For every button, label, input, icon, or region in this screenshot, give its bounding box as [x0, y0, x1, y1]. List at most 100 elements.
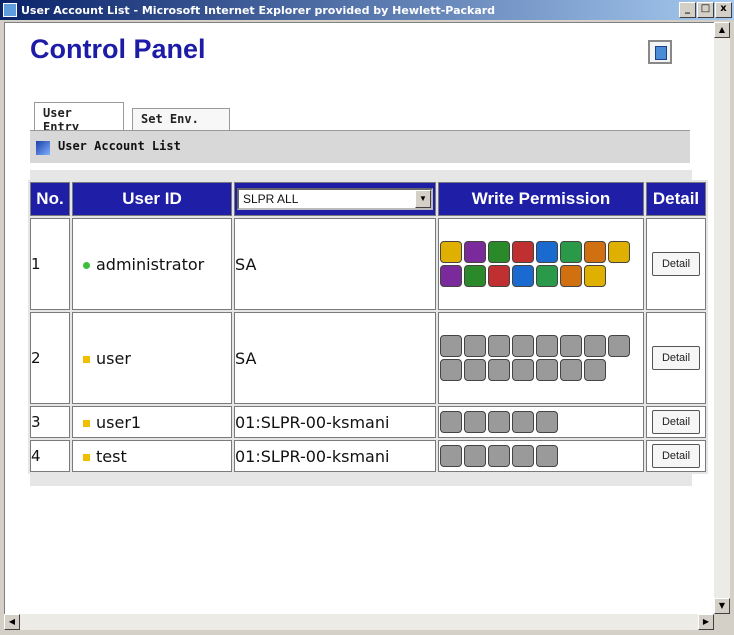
user-id-text: user1 [96, 412, 142, 432]
permission-icon [584, 335, 606, 357]
permission-icon [584, 241, 606, 263]
detail-button[interactable]: Detail [652, 252, 700, 276]
ie-icon [3, 3, 17, 17]
write-permission-cell [438, 218, 644, 310]
slpr-filter-select[interactable]: SLPR ALL ▼ [237, 188, 433, 210]
row-number: 1 [30, 218, 70, 310]
table-row: 1 administrator SA Detail [30, 218, 706, 310]
permission-icon [488, 359, 510, 381]
permission-icon [464, 335, 486, 357]
permission-icon [560, 241, 582, 263]
detail-button[interactable]: Detail [652, 444, 700, 468]
table-row: 3 user1 01:SLPR-00-ksmani Detail [30, 406, 706, 438]
header-write-permission: Write Permission [438, 182, 644, 216]
user-account-table: No. User ID SLPR ALL ▼ Write Permission … [28, 180, 708, 474]
permission-icon [536, 335, 558, 357]
permission-icon [584, 359, 606, 381]
permission-icon [536, 445, 558, 467]
chevron-down-icon[interactable]: ▼ [415, 190, 431, 208]
scroll-right-button[interactable]: ▶ [698, 614, 714, 630]
permission-icon [536, 265, 558, 287]
scroll-down-button[interactable]: ▼ [714, 598, 730, 614]
row-number: 2 [30, 312, 70, 404]
section-label: User Account List [58, 139, 181, 153]
status-square-yellow-icon [83, 355, 90, 363]
status-dot-green-icon [83, 261, 90, 269]
table-row: 2 user SA Detail [30, 312, 706, 404]
status-square-yellow-icon [83, 419, 90, 427]
permission-icon [464, 265, 486, 287]
vertical-scrollbar[interactable]: ▲ ▼ [714, 22, 730, 616]
tab-set-env[interactable]: Set Env. [132, 108, 230, 130]
write-permission-cell [438, 312, 644, 404]
horizontal-scrollbar[interactable]: ◀ ▶ [4, 614, 714, 630]
auth-cell: 01:SLPR-00-ksmani [234, 440, 436, 472]
panel-window-button[interactable] [648, 40, 672, 64]
header-filter: SLPR ALL ▼ [234, 182, 436, 216]
detail-cell: Detail [646, 440, 706, 472]
permission-icon [560, 265, 582, 287]
row-number: 3 [30, 406, 70, 438]
permission-icon [488, 411, 510, 433]
user-id-text: test [96, 446, 127, 466]
scroll-left-button[interactable]: ◀ [4, 614, 20, 630]
close-button[interactable]: x [715, 2, 732, 18]
list-icon [36, 141, 50, 155]
permission-icon [488, 241, 510, 263]
permission-icon [512, 445, 534, 467]
permission-icon [584, 265, 606, 287]
maximize-button[interactable]: □ [697, 2, 714, 18]
permission-icon [464, 359, 486, 381]
permission-icon [440, 359, 462, 381]
window-icon [655, 46, 667, 60]
permission-icon [608, 335, 630, 357]
permission-icon [512, 241, 534, 263]
window-titlebar: User Account List - Microsoft Internet E… [0, 0, 734, 20]
user-id-text: administrator [96, 254, 205, 274]
header-detail: Detail [646, 182, 706, 216]
permission-icon [488, 445, 510, 467]
auth-cell: SA [234, 312, 436, 404]
permission-icon [512, 335, 534, 357]
window-title: User Account List - Microsoft Internet E… [21, 3, 496, 17]
header-no: No. [30, 182, 70, 216]
user-id-cell: user1 [72, 406, 232, 438]
user-id-cell: administrator [72, 218, 232, 310]
detail-button[interactable]: Detail [652, 410, 700, 434]
permission-icon [488, 335, 510, 357]
user-id-cell: test [72, 440, 232, 472]
write-permission-cell [438, 406, 644, 438]
scroll-corner [714, 614, 730, 630]
auth-cell: SA [234, 218, 436, 310]
permission-icon [464, 241, 486, 263]
tab-user-entry[interactable]: User Entry [34, 102, 124, 134]
user-id-cell: user [72, 312, 232, 404]
permission-icon [440, 445, 462, 467]
table-row: 4 test 01:SLPR-00-ksmani Detail [30, 440, 706, 472]
permission-icon [536, 411, 558, 433]
permission-icon [440, 335, 462, 357]
page-title: Control Panel [30, 34, 206, 64]
permission-icon [512, 359, 534, 381]
permission-icon [512, 265, 534, 287]
permission-icon [464, 445, 486, 467]
detail-cell: Detail [646, 406, 706, 438]
permission-icon [464, 411, 486, 433]
auth-cell: 01:SLPR-00-ksmani [234, 406, 436, 438]
detail-button[interactable]: Detail [652, 346, 700, 370]
permission-icon [560, 359, 582, 381]
permission-icon [440, 241, 462, 263]
header-user-id: User ID [72, 182, 232, 216]
minimize-button[interactable]: _ [679, 2, 696, 18]
write-permission-cell [438, 440, 644, 472]
permission-icon [488, 265, 510, 287]
permission-icon [440, 265, 462, 287]
permission-icon [560, 335, 582, 357]
row-number: 4 [30, 440, 70, 472]
slpr-filter-value: SLPR ALL [243, 192, 299, 206]
permission-icon [608, 241, 630, 263]
permission-icon [536, 359, 558, 381]
scroll-up-button[interactable]: ▲ [714, 22, 730, 38]
permission-icon [440, 411, 462, 433]
status-square-yellow-icon [83, 453, 90, 461]
